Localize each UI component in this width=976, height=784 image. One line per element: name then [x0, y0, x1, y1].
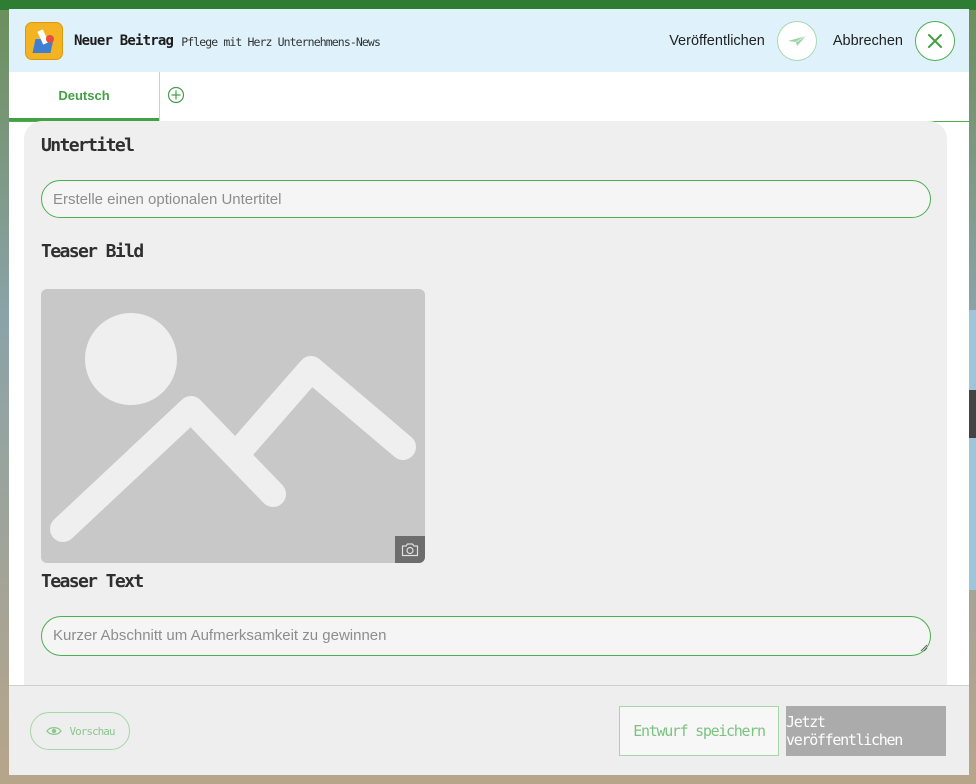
modal-footer: Vorschau Entwurf speichern Jetzt veröffe… [9, 685, 969, 775]
subtitle-label: Untertitel [41, 135, 135, 156]
close-icon [928, 33, 942, 48]
publish-button[interactable] [776, 20, 817, 61]
camera-icon [401, 543, 419, 557]
teaser-image-dropzone[interactable] [41, 289, 425, 563]
publish-label[interactable]: Veröffentlichen [669, 33, 765, 49]
header-actions: Veröffentlichen Abbrechen [669, 20, 955, 61]
form-content: Untertitel Teaser Bild Teaser Text [24, 121, 947, 686]
language-tabs: Deutsch [9, 72, 969, 122]
megaphone-app-icon [25, 21, 63, 60]
image-placeholder-icon [50, 313, 416, 542]
new-post-modal: Neuer Beitrag Pflege mit Herz Unternehme… [9, 9, 969, 775]
eye-icon [45, 727, 62, 735]
modal-header: Neuer Beitrag Pflege mit Herz Unternehme… [9, 9, 969, 72]
paper-plane-icon [787, 35, 807, 46]
teaser-text-wrapper [24, 616, 947, 656]
tab-deutsch[interactable]: Deutsch [9, 72, 159, 121]
preview-label: Vorschau [69, 724, 116, 738]
cancel-label[interactable]: Abbrechen [833, 33, 903, 49]
preview-button[interactable]: Vorschau [30, 712, 130, 750]
upload-image-button[interactable] [395, 536, 425, 563]
resize-grip-icon[interactable] [920, 644, 928, 652]
plus-circle-icon [167, 86, 185, 104]
add-language-button[interactable] [160, 72, 192, 118]
modal-title: Neuer Beitrag [74, 32, 174, 49]
save-draft-button[interactable]: Entwurf speichern [619, 706, 779, 756]
publish-now-button[interactable]: Jetzt veröffentlichen [786, 706, 946, 756]
modal-subtitle: Pflege mit Herz Unternehmens-News [181, 34, 381, 49]
teaser-text-input[interactable] [41, 616, 931, 656]
cancel-button[interactable] [915, 20, 955, 61]
teaser-image-label: Teaser Bild [41, 241, 144, 262]
subtitle-input[interactable] [41, 180, 931, 218]
teaser-text-label: Teaser Text [41, 571, 144, 592]
